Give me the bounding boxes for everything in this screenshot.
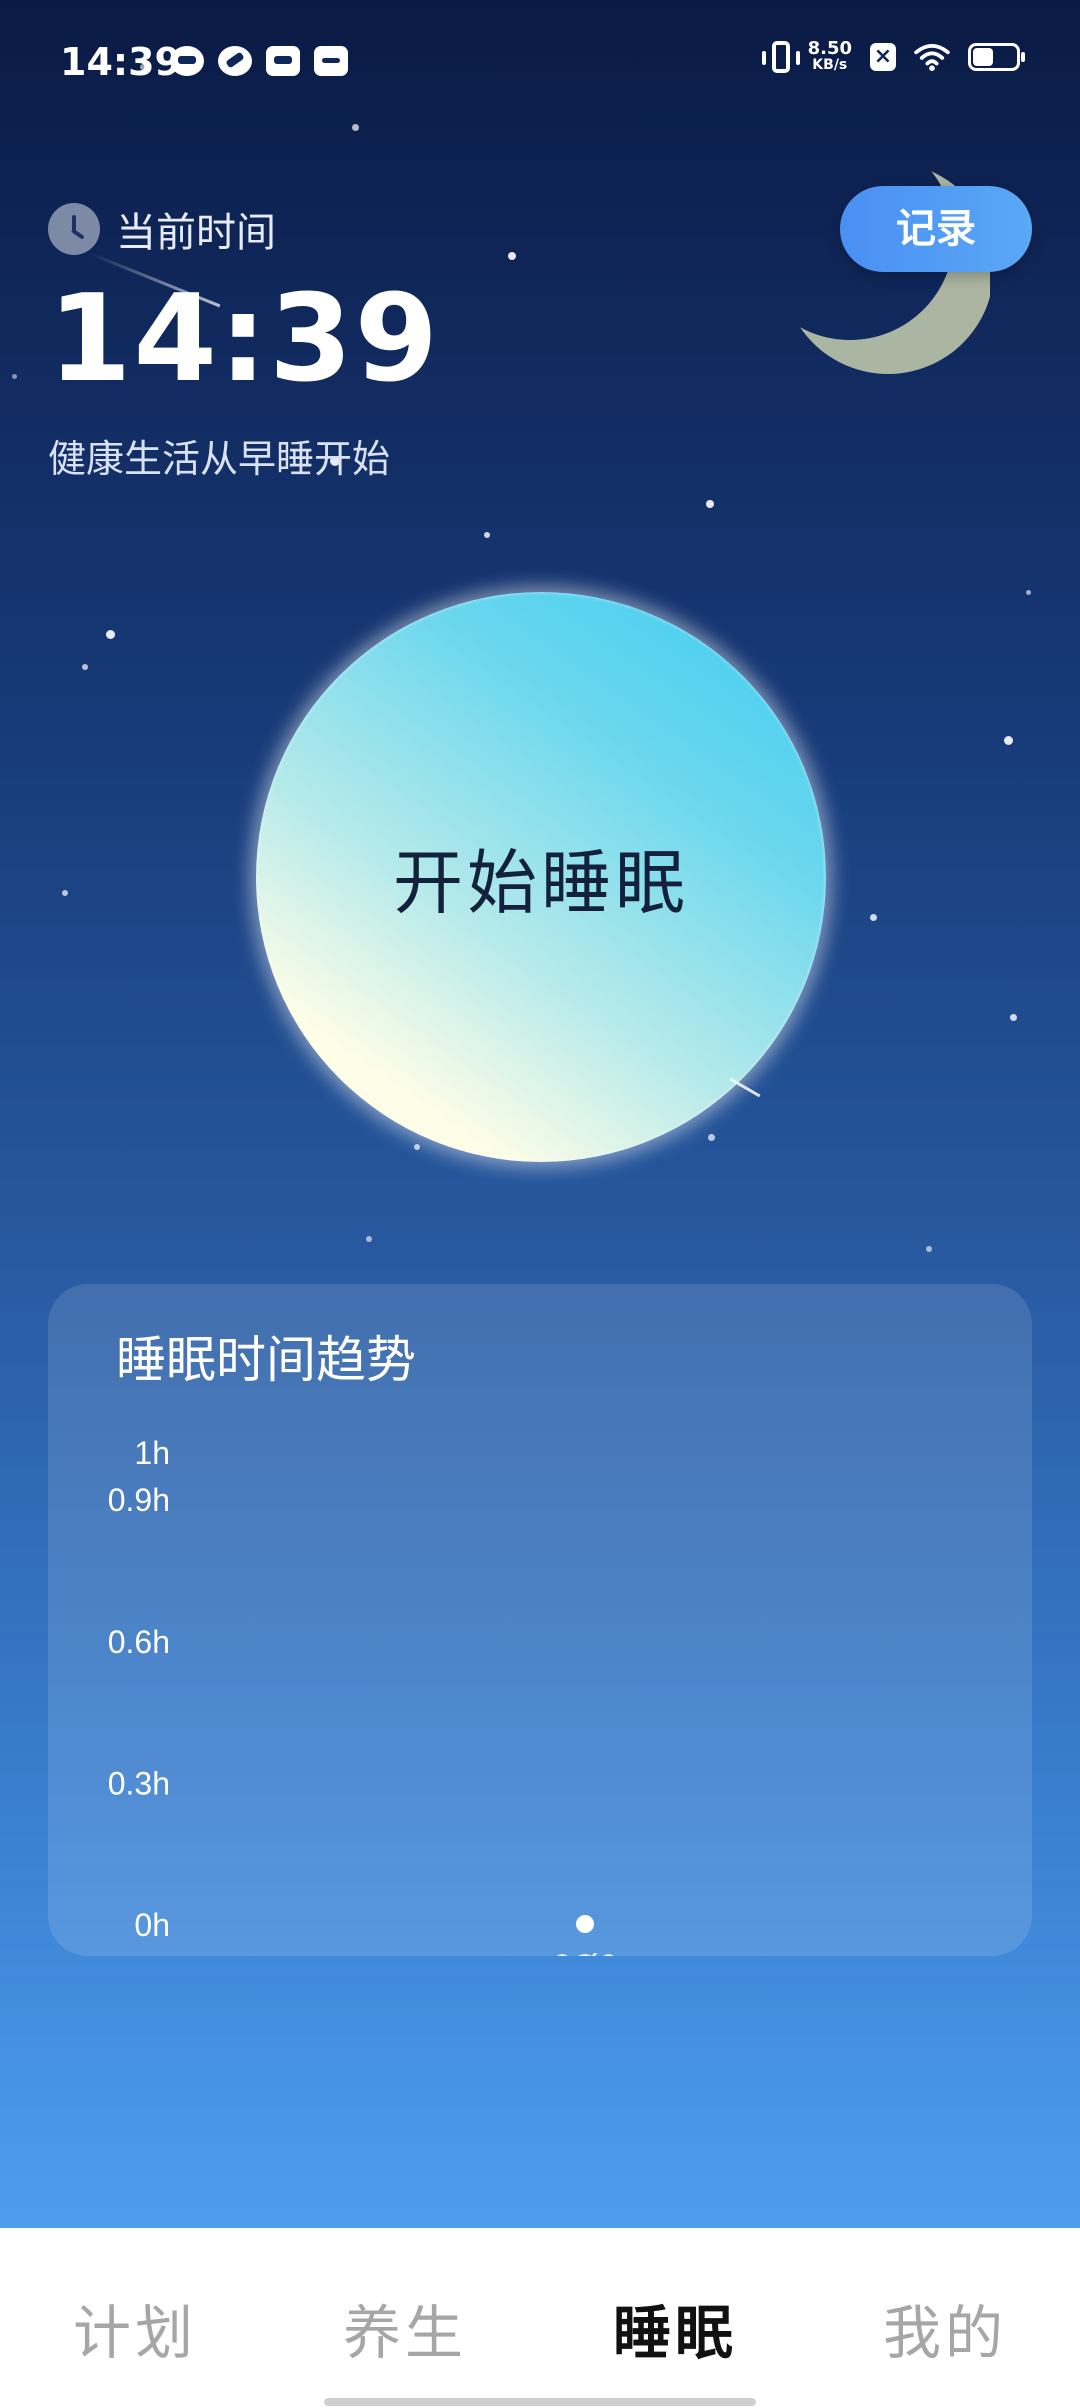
home-indicator[interactable] <box>324 2398 756 2406</box>
wifi-icon <box>914 43 950 71</box>
vibrate-icon <box>761 41 800 73</box>
star-decoration <box>708 1134 715 1141</box>
y-tick-label: 0h <box>134 1907 170 1943</box>
y-tick-label: 1h <box>134 1435 170 1471</box>
cat-app-icon <box>170 46 204 76</box>
start-sleep-label: 开始睡眠 <box>393 841 689 924</box>
clock-icon <box>48 203 100 255</box>
message-icon <box>314 46 348 76</box>
star-decoration <box>82 664 88 670</box>
nav-item-health[interactable]: 养生 <box>270 2286 540 2370</box>
star-decoration <box>366 1236 372 1242</box>
status-time: 14:39 <box>60 40 181 84</box>
star-decoration <box>12 374 17 379</box>
star-decoration <box>106 630 115 639</box>
nav-item-plan[interactable]: 计划 <box>0 2286 270 2370</box>
net-speed-value: 8.50 <box>807 38 852 59</box>
y-tick-label: 0.6h <box>108 1624 170 1660</box>
slogan-text: 健康生活从早睡开始 <box>48 437 391 481</box>
star-decoration <box>1004 736 1013 745</box>
start-sleep-button[interactable]: 开始睡眠 <box>256 592 826 1162</box>
nav-item-mine[interactable]: 我的 <box>810 2286 1080 2370</box>
record-button[interactable]: 记录 <box>840 186 1032 272</box>
nav-item-sleep[interactable]: 睡眠 <box>540 2286 810 2370</box>
star-decoration <box>62 890 68 896</box>
box-app-icon <box>266 46 300 76</box>
star-decoration <box>706 500 714 508</box>
star-decoration <box>508 252 516 260</box>
status-bar: 14:39 8.50 KB/s × <box>0 0 1080 120</box>
leaf-app-icon <box>218 46 252 76</box>
star-decoration <box>1010 1014 1017 1021</box>
star-decoration <box>1026 590 1031 595</box>
star-decoration <box>414 1144 420 1150</box>
star-decoration <box>484 532 490 538</box>
current-time: 14:39 <box>48 270 440 409</box>
star-decoration <box>870 914 877 921</box>
y-tick-label: 0.9h <box>108 1482 170 1518</box>
net-speed-unit: KB/s <box>812 57 848 73</box>
sleep-screen: 14:39 8.50 KB/s × 当前时间 14:39 健康生活从早睡开始 记… <box>0 0 1080 2408</box>
y-tick-label: 0.3h <box>108 1765 170 1801</box>
sleep-trend-card: 睡眠时间趋势 1h0.9h0.6h0.3h0h9Ø6 <box>48 1284 1032 1956</box>
star-decoration <box>352 124 359 131</box>
current-time-label: 当前时间 <box>116 210 276 256</box>
star-decoration <box>926 1246 932 1252</box>
close-box-icon: × <box>870 43 896 71</box>
shooting-star-decoration <box>729 1077 761 1098</box>
current-time-label-row: 当前时间 <box>48 200 276 258</box>
x-tick-label: 9Ø6 <box>553 1948 617 1956</box>
data-point <box>576 1915 594 1933</box>
system-status-icons: 8.50 KB/s × <box>761 40 1025 74</box>
bottom-navigation: 计划 养生 睡眠 我的 <box>0 2228 1080 2408</box>
net-speed: 8.50 KB/s <box>808 40 852 74</box>
sleep-trend-chart: 1h 0.9h 0.6h 0.3h 0h 9Ø6 <box>108 1435 617 1956</box>
notification-icons <box>170 46 348 76</box>
battery-icon <box>968 43 1025 71</box>
